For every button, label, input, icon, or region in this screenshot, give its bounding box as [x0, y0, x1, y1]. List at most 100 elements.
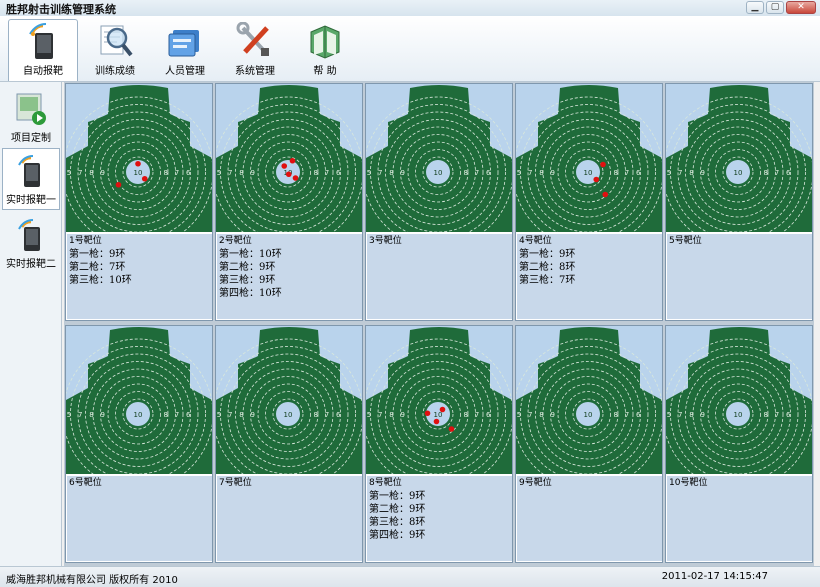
- ring-label: 5: [667, 169, 671, 177]
- ring-label: 7: [475, 411, 479, 419]
- toolbar-auto-scoring[interactable]: 自动报靶: [8, 19, 78, 81]
- lane-score-panel: 1号靶位 第一枪：9环 第二枪：7环 第三枪：10环: [67, 234, 212, 319]
- target-image: 578910876: [66, 326, 212, 474]
- ring-label: 6: [786, 169, 791, 177]
- ring-label: 9: [101, 169, 105, 177]
- ring-label: 7: [528, 411, 532, 419]
- ring-label: 5: [367, 411, 371, 419]
- target-lane-4[interactable]: 5 7 8 9 10 8 7 6 4号靶位 第一枪：9环 第二枪：8环 第三枪：7环: [515, 83, 663, 321]
- main-toolbar: 自动报靶 训练成绩 人员管理 系统管理 帮 助: [0, 16, 820, 82]
- ring-label: 7: [678, 411, 682, 419]
- target-lane-6[interactable]: 5 7 8 9 10 8 7 6 6号靶位: [65, 325, 213, 563]
- ring-label: 9: [401, 169, 405, 177]
- ring-label: 6: [336, 169, 341, 177]
- ring-label: 9: [401, 411, 405, 419]
- title-bar: 胜邦射击训练管理系统 ▁ ▢ ✕: [0, 0, 820, 16]
- target-lane-9[interactable]: 5 7 8 9 10 8 7 6 9号靶位: [515, 325, 663, 563]
- ring-label: 8: [689, 169, 693, 177]
- shot-hit-marker: [285, 171, 292, 178]
- ring-label: 8: [389, 411, 393, 419]
- ring-label: 5: [367, 169, 371, 177]
- shot-hit-marker: [433, 418, 440, 425]
- target-lane-10[interactable]: 5 7 8 9 10 8 7 6 10号靶位: [665, 325, 813, 563]
- ring-label: 7: [228, 169, 232, 177]
- ring-label: 8: [464, 411, 468, 419]
- ring-label: 7: [228, 411, 232, 419]
- ring-label: 8: [314, 411, 318, 419]
- ring-label: 6: [786, 411, 791, 419]
- shot-score: 第四枪：10环: [219, 288, 282, 299]
- shot-score: 第三枪：10环: [69, 275, 132, 286]
- ring-label: 6: [636, 411, 641, 419]
- ring-label: 5: [217, 411, 221, 419]
- realtime-target-icon: [14, 153, 48, 189]
- ring-label: 7: [175, 169, 179, 177]
- ring-label: 6: [636, 169, 641, 177]
- ring-label: 8: [239, 411, 243, 419]
- project-icon: [14, 91, 48, 127]
- shot-hit-marker: [135, 160, 141, 167]
- shot-score: 第一枪：9环: [369, 491, 426, 502]
- toolbar-help[interactable]: 帮 助: [290, 19, 360, 81]
- shot-hit-marker: [448, 426, 455, 432]
- close-button[interactable]: ✕: [786, 1, 816, 14]
- auto-scoring-icon: [23, 23, 63, 61]
- ring-label: 8: [164, 169, 168, 177]
- ring-label: 5: [217, 169, 221, 177]
- people-icon: [165, 22, 205, 60]
- sidebar-item-project[interactable]: 项目定制: [2, 86, 60, 148]
- lane-score-panel: 5号靶位: [667, 234, 812, 319]
- lane-score-panel: 7号靶位: [217, 476, 362, 561]
- toolbar-system-admin[interactable]: 系统管理: [220, 19, 290, 81]
- target-lane-1[interactable]: 5 7 8 9 10 8 7 6 1号靶位 第一枪：9环 第二枪：7环 第三枪：10环: [65, 83, 213, 321]
- ring-label: 5: [67, 411, 71, 419]
- shot-hit-marker: [424, 410, 431, 417]
- sidebar-item-realtime-1[interactable]: 实时报靶一: [2, 148, 60, 210]
- ring-label: 8: [239, 169, 243, 177]
- ring-label: 9: [551, 411, 555, 419]
- lane-score-panel: 6号靶位: [67, 476, 212, 561]
- ring-label: 8: [614, 411, 618, 419]
- lane-label: 5号靶位: [669, 236, 702, 246]
- target-lane-7[interactable]: 5 7 8 9 10 8 7 6 7号靶位: [215, 325, 363, 563]
- ring-label: 7: [325, 169, 329, 177]
- target-lane-2[interactable]: 5789108762号靶位第一枪：10环第二枪：9环第三枪：9环第四枪：10环: [215, 83, 363, 321]
- ring-label: 7: [775, 169, 779, 177]
- ring-label: 10: [734, 169, 743, 177]
- shot-score: 第一枪：9环: [519, 249, 576, 260]
- ring-label: 6: [486, 411, 491, 419]
- target-grid: 5789108761号靶位第一枪：9环第二枪：7环第三枪：10环57891087…: [64, 82, 814, 566]
- target-image: 578910876: [216, 84, 362, 232]
- lane-score-panel: 4号靶位 第一枪：9环 第二枪：8环 第三枪：7环: [517, 234, 662, 319]
- shot-score: 第二枪：9环: [369, 504, 426, 515]
- ring-label: 6: [186, 169, 191, 177]
- target-image: 578910876: [366, 84, 512, 232]
- shot-score: 第四枪：9环: [369, 530, 426, 541]
- shot-hit-marker: [292, 175, 299, 181]
- target-image: 578910876: [66, 84, 212, 232]
- target-lane-8[interactable]: 5 7 8 9 10 8 7 6 8号靶位 第一枪：9环 第二枪：9环 第三枪：8环 第四枪：9环: [365, 325, 513, 563]
- sidebar-item-realtime-2[interactable]: 实时报靶二: [2, 212, 60, 274]
- ring-label: 10: [134, 411, 143, 419]
- ring-label: 8: [764, 169, 768, 177]
- lane-label: 1号靶位: [69, 236, 102, 246]
- minimize-button[interactable]: ▁: [746, 1, 764, 14]
- status-bar: 威海胜邦机械有限公司 版权所有 2010 2011-02-17 14:15:47: [0, 566, 820, 587]
- ring-label: 8: [539, 411, 543, 419]
- lane-score-panel: 2号靶位 第一枪：10环 第二枪：9环 第三枪：9环 第四枪：10环: [217, 234, 362, 319]
- lane-label: 3号靶位: [369, 236, 402, 246]
- lane-label: 10号靶位: [669, 478, 708, 488]
- shot-hit-marker: [115, 181, 122, 188]
- ring-label: 8: [89, 411, 93, 419]
- lane-score-panel: 10号靶位: [667, 476, 812, 561]
- target-lane-5[interactable]: 5 7 8 9 10 8 7 6 5号靶位: [665, 83, 813, 321]
- toolbar-training-results[interactable]: 训练成绩: [80, 19, 150, 81]
- ring-label: 5: [517, 169, 521, 177]
- toolbar-personnel[interactable]: 人员管理: [150, 19, 220, 81]
- target-lane-3[interactable]: 5 7 8 9 10 8 7 6 3号靶位: [365, 83, 513, 321]
- maximize-button[interactable]: ▢: [766, 1, 784, 14]
- magnifier-icon: [95, 22, 135, 60]
- help-book-icon: [305, 22, 345, 60]
- shot-score: 第一枪：10环: [219, 249, 282, 260]
- ring-label: 8: [89, 169, 93, 177]
